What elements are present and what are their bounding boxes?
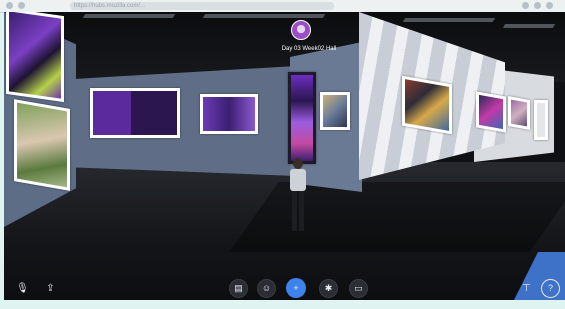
artwork-frame[interactable] — [90, 88, 180, 138]
ceiling-light — [82, 14, 176, 18]
help-button[interactable]: ? — [542, 280, 559, 297]
plus-icon: + — [293, 283, 299, 293]
address-bar[interactable]: https://hubs.mozilla.com/... — [70, 2, 334, 10]
more-button[interactable]: ✱ — [320, 280, 337, 297]
ceiling-light — [502, 24, 556, 28]
avatar-leg — [299, 191, 304, 231]
ceiling-light — [402, 18, 496, 22]
place-button[interactable]: ▤ — [230, 280, 247, 297]
avatar-head — [293, 158, 303, 169]
artwork-image — [9, 12, 61, 99]
place-icon: ▤ — [234, 283, 243, 293]
artwork-image — [203, 97, 255, 131]
help-icon: ? — [547, 283, 553, 293]
artwork-frame[interactable] — [288, 72, 316, 164]
artwork-frame[interactable] — [320, 92, 350, 130]
more-icon: ✱ — [324, 283, 333, 293]
back-icon[interactable] — [6, 2, 13, 9]
extension-icon[interactable] — [522, 2, 529, 9]
artwork-image — [405, 79, 449, 131]
share-button[interactable]: ⇪ — [42, 280, 59, 297]
artwork-image — [291, 75, 313, 161]
artwork-frame[interactable] — [14, 99, 70, 191]
address-bar-text: https://hubs.mozilla.com/... — [74, 3, 146, 9]
pin-button[interactable]: ⊤ — [518, 280, 535, 297]
avatar-body — [290, 169, 306, 191]
3d-room-viewport[interactable]: Day 03 Week02 Hall 🎙 ⇪ ▤ ☺ + ✱ ▭ ⊤ ? — [4, 12, 565, 300]
page-margin — [0, 300, 565, 309]
room-owner-avatar[interactable] — [291, 20, 311, 40]
chat-icon: ▭ — [354, 283, 363, 293]
artwork-frame[interactable] — [534, 100, 548, 140]
artwork-image — [479, 94, 503, 130]
artwork-image — [93, 91, 177, 135]
react-icon: ☺ — [261, 283, 272, 293]
floor-shadow — [229, 182, 565, 252]
artwork-image — [17, 102, 67, 188]
pin-icon: ⊤ — [522, 283, 531, 294]
chat-button[interactable]: ▭ — [350, 280, 367, 297]
artwork-frame[interactable] — [200, 94, 258, 134]
artwork-image — [537, 103, 545, 137]
main-action-button[interactable]: + — [286, 278, 306, 298]
extension-icon[interactable] — [534, 2, 541, 9]
artwork-image — [511, 99, 527, 127]
player-avatar — [287, 158, 309, 236]
avatar-leg — [292, 191, 297, 231]
share-icon: ⇪ — [46, 283, 55, 294]
artwork-frame[interactable] — [508, 96, 530, 130]
artwork-frame[interactable] — [402, 75, 452, 135]
ceiling-light — [202, 14, 326, 18]
mic-toggle-button[interactable]: 🎙 — [14, 280, 31, 297]
mic-icon: 🎙 — [16, 283, 29, 294]
room-title: Day 03 Week02 Hall — [281, 46, 337, 52]
artwork-image — [323, 95, 347, 127]
reload-icon[interactable] — [18, 2, 25, 9]
profile-icon[interactable] — [546, 2, 553, 9]
artwork-frame[interactable] — [476, 91, 506, 133]
artwork-frame[interactable] — [6, 12, 64, 103]
react-button[interactable]: ☺ — [258, 280, 275, 297]
